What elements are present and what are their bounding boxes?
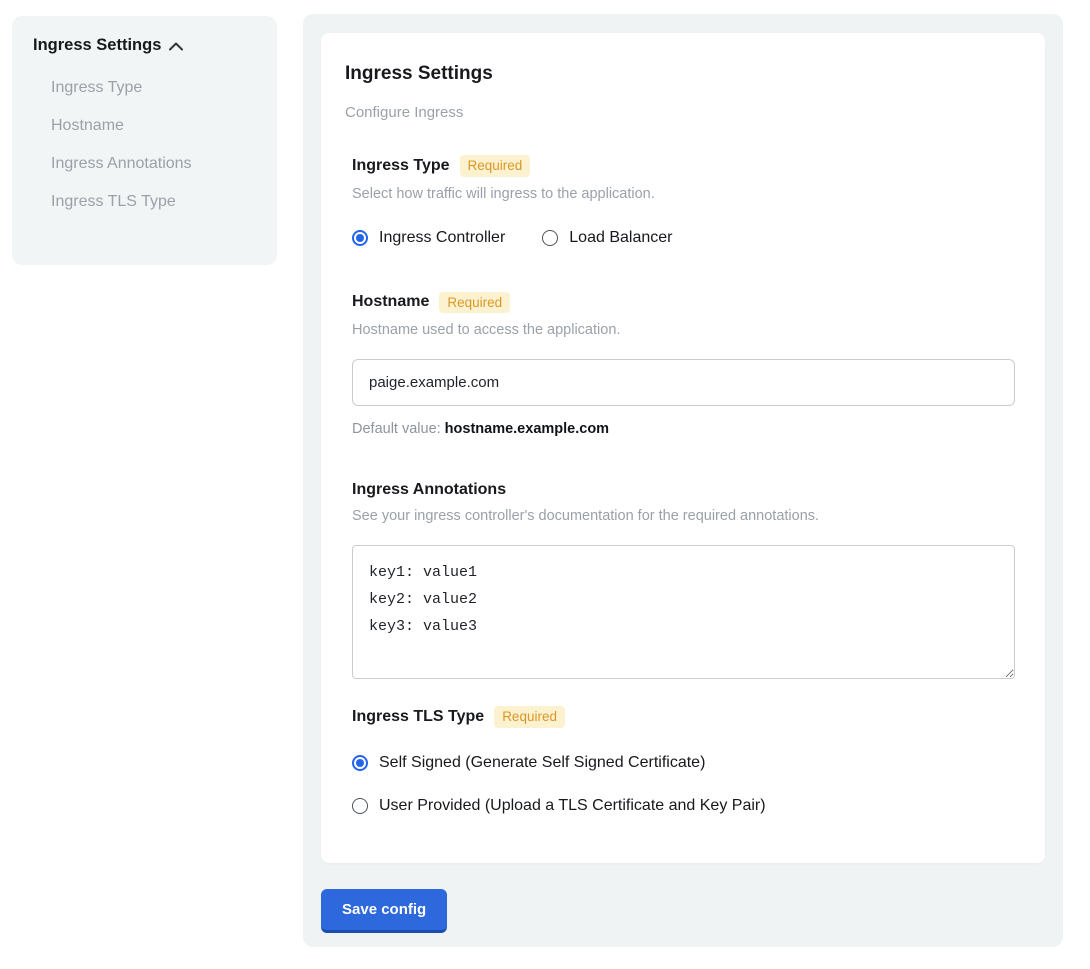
sidebar-item-ingress-type[interactable]: Ingress Type: [33, 69, 261, 107]
required-badge: Required: [439, 292, 510, 314]
field-ingress-annotations: Ingress Annotations See your ingress con…: [352, 481, 1021, 679]
sidebar-item-ingress-tls-type[interactable]: Ingress TLS Type: [33, 183, 261, 221]
radio-label: Self Signed (Generate Self Signed Certif…: [379, 754, 705, 772]
default-value-prefix: Default value:: [352, 421, 441, 437]
ingress-tls-type-label: Ingress TLS Type: [352, 708, 484, 726]
radio-option-load-balancer[interactable]: Load Balancer: [542, 229, 672, 247]
sidebar-item-hostname[interactable]: Hostname: [33, 107, 261, 145]
sidebar-nav: Ingress Type Hostname Ingress Annotation…: [33, 69, 261, 221]
radio-icon: [352, 798, 368, 814]
form-sections: Ingress Type Required Select how traffic…: [352, 155, 1021, 815]
ingress-settings-card: Ingress Settings Configure Ingress Ingre…: [321, 33, 1045, 863]
tls-type-radio-group: Self Signed (Generate Self Signed Certif…: [352, 754, 1021, 815]
hostname-default-line: Default value:hostname.example.com: [352, 421, 1021, 437]
field-hostname: Hostname Required Hostname used to acces…: [352, 292, 1021, 438]
radio-option-self-signed[interactable]: Self Signed (Generate Self Signed Certif…: [352, 754, 1021, 772]
radio-option-ingress-controller[interactable]: Ingress Controller: [352, 229, 505, 247]
ingress-annotations-textarea[interactable]: key1: value1 key2: value2 key3: value3: [352, 545, 1015, 679]
ingress-annotations-description: See your ingress controller's documentat…: [352, 508, 1021, 524]
radio-icon: [542, 230, 558, 246]
settings-panel: Ingress Settings Configure Ingress Ingre…: [303, 14, 1063, 947]
required-badge: Required: [494, 706, 565, 728]
ingress-annotations-label: Ingress Annotations: [352, 481, 506, 499]
hostname-label: Hostname: [352, 293, 429, 311]
default-value-text: hostname.example.com: [445, 421, 609, 437]
radio-label: Ingress Controller: [379, 229, 505, 247]
radio-icon: [352, 230, 368, 246]
radio-label: Load Balancer: [569, 229, 672, 247]
ingress-type-radio-group: Ingress Controller Load Balancer: [352, 229, 1021, 247]
hostname-input[interactable]: [352, 359, 1015, 406]
sidebar-section-title: Ingress Settings: [33, 36, 161, 55]
required-badge: Required: [460, 155, 531, 177]
card-subtitle: Configure Ingress: [345, 104, 1021, 121]
save-config-button[interactable]: Save config: [321, 889, 447, 933]
sidebar: Ingress Settings Ingress Type Hostname I…: [12, 16, 277, 265]
radio-label: User Provided (Upload a TLS Certificate …: [379, 797, 766, 815]
field-ingress-type: Ingress Type Required Select how traffic…: [352, 155, 1021, 247]
radio-icon: [352, 755, 368, 771]
radio-option-user-provided[interactable]: User Provided (Upload a TLS Certificate …: [352, 797, 1021, 815]
hostname-description: Hostname used to access the application.: [352, 322, 1021, 338]
chevron-up-icon: [169, 42, 183, 51]
ingress-type-description: Select how traffic will ingress to the a…: [352, 186, 1021, 202]
sidebar-section-toggle[interactable]: Ingress Settings: [33, 36, 261, 55]
card-title: Ingress Settings: [345, 63, 1021, 85]
ingress-type-label: Ingress Type: [352, 157, 450, 175]
field-ingress-tls-type: Ingress TLS Type Required Self Signed (G…: [352, 706, 1021, 815]
sidebar-item-ingress-annotations[interactable]: Ingress Annotations: [33, 145, 261, 183]
